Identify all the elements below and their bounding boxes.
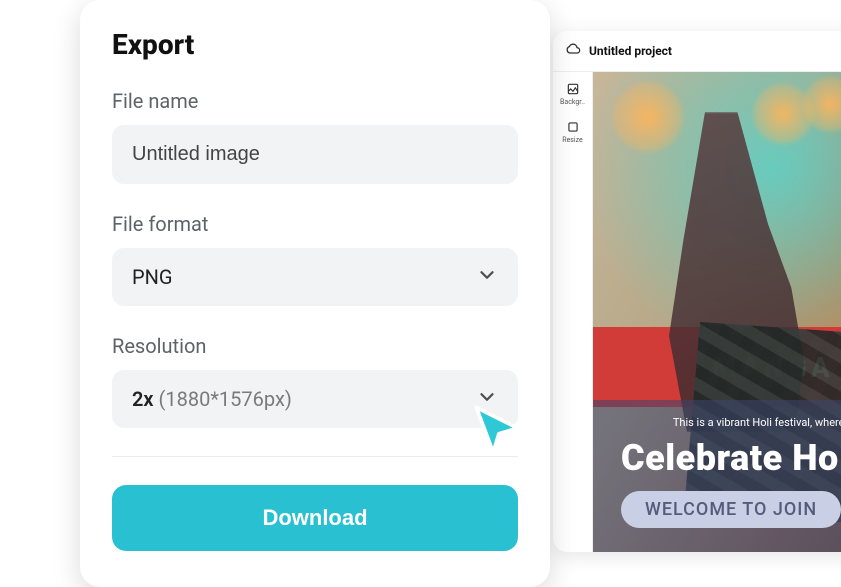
resolution-field: Resolution 2x (1880*1576px) bbox=[112, 334, 518, 428]
resolution-multiplier: 2x bbox=[132, 387, 154, 411]
export-title: Export bbox=[112, 28, 518, 61]
left-tool-rail: Backgr.. Resize bbox=[553, 72, 593, 552]
file-format-label: File format bbox=[112, 212, 518, 236]
canvas-area[interactable]: MANGA This is a vibrant Holi festival, w… bbox=[593, 72, 841, 552]
resolution-select[interactable]: 2x (1880*1576px) bbox=[112, 370, 518, 428]
file-name-input[interactable] bbox=[112, 125, 518, 184]
editor-window: Untitled project Backgr.. Resize bbox=[553, 31, 841, 552]
file-name-label: File name bbox=[112, 89, 518, 113]
welcome-button-label: WELCOME TO JOIN bbox=[645, 499, 817, 520]
download-button-label: Download bbox=[262, 505, 367, 530]
editor-toolbar: Untitled project bbox=[553, 31, 841, 72]
project-name[interactable]: Untitled project bbox=[589, 44, 672, 58]
cloud-icon bbox=[565, 41, 581, 61]
canvas-text-overlay: This is a vibrant Holi festival, where y… bbox=[593, 400, 841, 552]
file-format-value: PNG bbox=[132, 265, 173, 289]
chevron-down-icon bbox=[476, 264, 498, 290]
welcome-button[interactable]: WELCOME TO JOIN bbox=[621, 491, 841, 528]
export-dialog: Export File name File format PNG Resolut… bbox=[80, 0, 550, 587]
background-tool[interactable]: Backgr.. bbox=[556, 78, 590, 110]
resize-tool[interactable]: Resize bbox=[556, 116, 590, 148]
file-format-field: File format PNG bbox=[112, 212, 518, 306]
file-format-select[interactable]: PNG bbox=[112, 248, 518, 306]
resolution-label: Resolution bbox=[112, 334, 518, 358]
overlay-subtitle[interactable]: This is a vibrant Holi festival, where y… bbox=[621, 416, 841, 429]
bokeh-icon bbox=[613, 82, 683, 152]
background-tool-label: Backgr.. bbox=[560, 98, 585, 106]
editor-body: Backgr.. Resize MANGA This is a vibrant … bbox=[553, 72, 841, 552]
overlay-title[interactable]: Celebrate Ho bbox=[621, 437, 841, 479]
resize-tool-label: Resize bbox=[562, 136, 582, 144]
file-name-field: File name bbox=[112, 89, 518, 184]
chevron-down-icon bbox=[476, 386, 498, 412]
divider bbox=[112, 456, 518, 457]
resolution-dims: (1880*1576px) bbox=[159, 387, 292, 411]
download-button[interactable]: Download bbox=[112, 485, 518, 551]
resolution-value: 2x (1880*1576px) bbox=[132, 387, 292, 411]
